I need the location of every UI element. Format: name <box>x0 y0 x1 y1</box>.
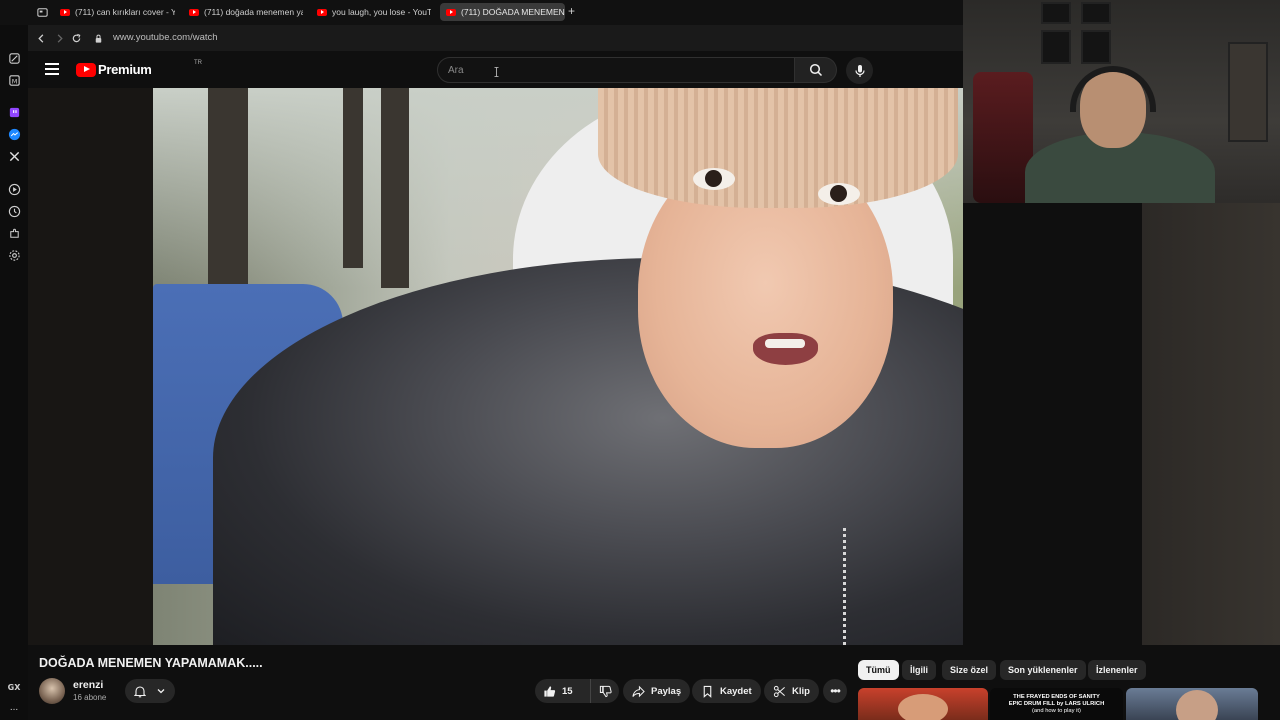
tab-strip: (711) can kırıkları cover - Y (711) doğa… <box>0 0 963 25</box>
more-actions-button[interactable]: ••• <box>823 679 847 703</box>
reload-icon[interactable] <box>69 31 83 45</box>
player-icon[interactable] <box>7 182 21 196</box>
channel-avatar[interactable] <box>39 678 65 704</box>
like-dislike-group: 15 <box>535 679 619 703</box>
stream-background <box>1142 203 1280 645</box>
extensions-icon[interactable] <box>7 226 21 240</box>
bell-icon <box>134 685 147 697</box>
country-code: TR <box>194 60 202 66</box>
video-player[interactable] <box>28 88 963 645</box>
recommendation-thumbnail[interactable]: THE FRAYED ENDS OF SANITY EPIC DRUM FILL… <box>990 688 1123 720</box>
thumbnail-text: EPIC DRUM FILL by LARS ULRICH <box>1008 701 1105 707</box>
microphone-icon <box>854 64 865 77</box>
settings-icon[interactable] <box>7 248 21 262</box>
thumbs-down-icon <box>599 685 612 697</box>
url-text[interactable]: www.youtube.com/watch <box>113 32 218 43</box>
browser-sidebar: M GX ... <box>0 0 28 720</box>
save-button[interactable]: Kaydet <box>692 679 761 703</box>
tree-trunk <box>208 88 248 288</box>
gx-label[interactable]: GX <box>0 683 28 692</box>
svg-text:M: M <box>11 77 17 85</box>
streamer <box>1025 66 1215 203</box>
poster <box>1041 2 1071 24</box>
necklace <box>843 528 849 645</box>
poster <box>1081 30 1111 64</box>
thumbnail-text: (and how to play it) <box>1032 708 1081 714</box>
subscribed-button[interactable] <box>125 679 175 703</box>
share-button[interactable]: Paylaş <box>623 679 691 703</box>
lock-icon[interactable] <box>91 31 105 45</box>
poster <box>1081 2 1111 24</box>
chip-for-you[interactable]: Size özel <box>942 660 997 680</box>
x-twitter-icon[interactable] <box>7 149 21 163</box>
mouth <box>753 333 818 365</box>
twitch-icon[interactable] <box>7 105 21 119</box>
poster <box>1041 30 1071 64</box>
channel-name[interactable]: erenzi <box>73 679 103 691</box>
search-button[interactable] <box>795 57 837 83</box>
like-count: 15 <box>562 685 573 697</box>
tab-4-active[interactable]: (711) DOĞADA MENEMEN <box>440 3 565 21</box>
tab-2[interactable]: (711) doğada menemen ya <box>189 3 303 21</box>
recommendation-thumbnail[interactable] <box>1126 688 1258 720</box>
tree-trunk <box>381 88 409 288</box>
gaming-chair <box>973 72 1033 203</box>
youtube-favicon-icon <box>446 8 456 16</box>
back-icon[interactable] <box>34 31 48 45</box>
chip-related[interactable]: İlgili <box>902 660 936 680</box>
video-info-section: DOĞADA MENEMEN YAPAMAMAK..... erenzi 16 … <box>28 645 1280 720</box>
video-frame[interactable] <box>153 88 963 645</box>
chevron-down-icon <box>157 689 165 694</box>
search-box[interactable] <box>437 57 795 83</box>
voice-search-button[interactable] <box>846 57 873 84</box>
chip-recently-uploaded[interactable]: Son yüklenenler <box>1000 660 1086 680</box>
tab-3[interactable]: you laugh, you lose - YouT <box>317 3 431 21</box>
search-icon <box>809 63 822 77</box>
youtube-header: Premium TR <box>28 51 963 88</box>
youtube-premium-logo[interactable]: Premium TR <box>76 60 202 77</box>
tab-overview-icon[interactable] <box>35 5 49 19</box>
forward-icon[interactable] <box>52 31 66 45</box>
rail-more-icon[interactable]: ... <box>0 702 28 713</box>
text-cursor-icon <box>494 67 499 77</box>
knit-beanie <box>598 88 958 208</box>
youtube-favicon-icon <box>60 8 70 16</box>
webcam-overlay <box>963 0 1280 203</box>
search-input[interactable] <box>438 58 794 82</box>
video-title: DOĞADA MENEMEN YAPAMAMAK..... <box>39 656 263 670</box>
like-button[interactable]: 15 <box>535 679 591 703</box>
aria-icon[interactable] <box>7 51 21 65</box>
history-icon[interactable] <box>7 204 21 218</box>
address-bar: www.youtube.com/watch <box>28 25 963 51</box>
subscriber-count: 16 abone <box>73 693 107 702</box>
headset <box>1070 66 1156 112</box>
thumbs-up-icon <box>544 685 556 697</box>
gx-corner-icon[interactable]: M <box>7 73 21 87</box>
youtube-favicon-icon <box>317 8 327 16</box>
menu-icon[interactable] <box>45 63 59 75</box>
new-tab-button[interactable]: + <box>568 5 575 17</box>
tree-trunk <box>343 88 363 268</box>
tab-1[interactable]: (711) can kırıkları cover - Y <box>60 3 175 21</box>
chip-all[interactable]: Tümü <box>858 660 899 680</box>
eye <box>818 183 860 205</box>
youtube-logo-icon <box>76 62 96 77</box>
scissors-icon <box>773 685 785 697</box>
youtube-favicon-icon <box>189 8 199 16</box>
bookmark-icon <box>703 685 712 698</box>
dislike-button[interactable] <box>591 679 619 703</box>
clip-button[interactable]: Klip <box>764 679 819 703</box>
recommendation-thumbnail[interactable] <box>858 688 988 720</box>
share-icon <box>632 685 645 697</box>
messenger-icon[interactable] <box>7 127 21 141</box>
eye <box>693 168 735 190</box>
chip-watched[interactable]: İzlenenler <box>1088 660 1146 680</box>
door <box>1228 42 1268 142</box>
thumbnail-text: THE FRAYED ENDS OF SANITY <box>1013 694 1100 700</box>
